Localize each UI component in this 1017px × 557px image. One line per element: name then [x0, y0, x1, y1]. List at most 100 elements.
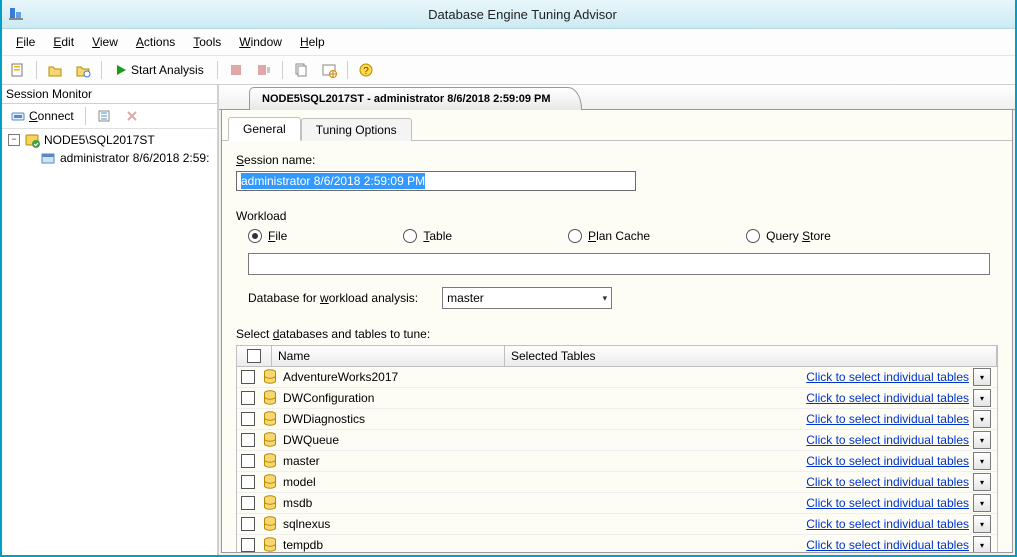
- table-row[interactable]: DWDiagnosticsClick to select individual …: [237, 409, 997, 430]
- select-tables-dropdown[interactable]: ▾: [973, 368, 991, 386]
- workload-radio-row: File Table Plan Cache: [236, 229, 998, 243]
- open-file-icon[interactable]: [71, 58, 95, 82]
- select-tables-dropdown[interactable]: ▾: [973, 389, 991, 407]
- row-checkbox[interactable]: [241, 433, 255, 447]
- row-checkbox[interactable]: [241, 538, 255, 552]
- workload-radio-table[interactable]: Table: [403, 229, 452, 243]
- document-tab-strip: NODE5\SQL2017ST - administrator 8/6/2018…: [219, 85, 1015, 110]
- help-icon[interactable]: ?: [354, 58, 378, 82]
- column-selected-tables[interactable]: Selected Tables: [505, 346, 997, 366]
- tree-expander-icon[interactable]: −: [8, 134, 20, 146]
- window-title: Database Engine Tuning Advisor: [30, 7, 1015, 22]
- connect-button[interactable]: Connect: [6, 105, 79, 127]
- workload-db-value: master: [447, 291, 484, 305]
- menu-help[interactable]: Help: [292, 33, 333, 51]
- connect-icon: [11, 109, 25, 123]
- table-row[interactable]: AdventureWorks2017Click to select indivi…: [237, 367, 997, 388]
- menu-window[interactable]: Window: [231, 33, 290, 51]
- document-body: General Tuning Options Session name: adm…: [221, 110, 1013, 553]
- select-tables-link[interactable]: Click to select individual tables: [806, 412, 969, 426]
- select-tables-dropdown[interactable]: ▾: [973, 536, 991, 552]
- menu-tools[interactable]: Tools: [185, 33, 229, 51]
- database-name: DWQueue: [283, 433, 339, 447]
- table-row[interactable]: model Click to select individual tables ▾: [237, 472, 997, 493]
- select-tables-link[interactable]: Click to select individual tables: [806, 496, 969, 510]
- session-name-input[interactable]: administrator 8/6/2018 2:59:09 PM: [236, 171, 636, 191]
- menu-actions[interactable]: Actions: [128, 33, 183, 51]
- document-tab[interactable]: NODE5\SQL2017ST - administrator 8/6/2018…: [249, 87, 582, 110]
- row-checkbox[interactable]: [241, 475, 255, 489]
- table-row[interactable]: tempdbClick to select individual tables▾: [237, 535, 997, 552]
- select-tables-link[interactable]: Click to select individual tables: [806, 433, 969, 447]
- select-tables-dropdown[interactable]: ▾: [973, 494, 991, 512]
- select-tables-link[interactable]: Click to select individual tables: [806, 391, 969, 405]
- select-tables-dropdown[interactable]: ▾: [973, 410, 991, 428]
- workload-radio-query-store[interactable]: Query Store: [746, 229, 831, 243]
- start-analysis-button[interactable]: Start Analysis: [108, 58, 211, 82]
- chevron-down-icon: ▾: [603, 293, 608, 304]
- row-checkbox[interactable]: [241, 370, 255, 384]
- select-tables-dropdown[interactable]: ▾: [973, 452, 991, 470]
- row-checkbox[interactable]: [241, 412, 255, 426]
- workload-group: Workload File Table: [236, 209, 998, 309]
- select-tables-dropdown[interactable]: ▾: [973, 431, 991, 449]
- table-row[interactable]: DWConfigurationClick to select individua…: [237, 388, 997, 409]
- workload-path-input[interactable]: [248, 253, 990, 275]
- row-checkbox[interactable]: [241, 454, 255, 468]
- radio-icon: [746, 229, 760, 243]
- select-tables-link[interactable]: Click to select individual tables: [806, 475, 969, 489]
- table-row[interactable]: DWQueue Click to select individual tables…: [237, 430, 997, 451]
- select-tables-link[interactable]: Click to select individual tables: [806, 370, 969, 384]
- toolbar: Start Analysis ?: [2, 55, 1015, 85]
- select-tables-link[interactable]: Click to select individual tables: [806, 517, 969, 531]
- separator: [347, 61, 348, 79]
- tab-tuning-options[interactable]: Tuning Options: [301, 118, 412, 141]
- open-icon[interactable]: [43, 58, 67, 82]
- tree-session-node[interactable]: administrator 8/6/2018 2:59:: [4, 149, 215, 167]
- separator: [36, 61, 37, 79]
- select-tables-dropdown[interactable]: ▾: [973, 515, 991, 533]
- workload-db-row: Database for workload analysis: master ▾: [248, 287, 998, 309]
- database-name: model: [283, 475, 316, 489]
- row-checkbox[interactable]: [241, 517, 255, 531]
- svg-text:?: ?: [363, 66, 369, 77]
- session-icon: [40, 150, 56, 166]
- separator: [282, 61, 283, 79]
- session-tree[interactable]: − NODE5\SQL2017ST administrator 8/6/2018…: [2, 129, 217, 555]
- select-tables-link[interactable]: Click to select individual tables: [806, 538, 969, 552]
- workload-radio-plan-cache[interactable]: Plan Cache: [568, 229, 650, 243]
- tab-tuning-options-label: Tuning Options: [316, 123, 397, 137]
- separator: [217, 61, 218, 79]
- select-tables-link[interactable]: Click to select individual tables: [806, 454, 969, 468]
- database-icon: [263, 474, 277, 490]
- table-row[interactable]: sqlnexus Click to select individual table…: [237, 514, 997, 535]
- document-tab-label: NODE5\SQL2017ST - administrator 8/6/2018…: [262, 93, 551, 105]
- play-icon: [115, 64, 127, 76]
- new-session-icon[interactable]: [6, 58, 30, 82]
- column-name[interactable]: Name: [272, 346, 505, 366]
- row-checkbox[interactable]: [241, 496, 255, 510]
- workload-radio-file[interactable]: File: [248, 229, 287, 243]
- table-row[interactable]: masterClick to select individual tables▾: [237, 451, 997, 472]
- start-analysis-label: Start Analysis: [131, 63, 204, 77]
- tree-server-node[interactable]: − NODE5\SQL2017ST: [4, 131, 215, 149]
- databases-table-header: Name Selected Tables: [236, 345, 998, 367]
- session-monitor-pane: Session Monitor Connect −: [2, 85, 219, 555]
- header-checkbox[interactable]: [237, 346, 272, 366]
- databases-table: AdventureWorks2017Click to select indivi…: [236, 367, 998, 552]
- menubar: File Edit View Actions Tools Window Help: [2, 29, 1015, 55]
- table-row[interactable]: msdbClick to select individual tables▾: [237, 493, 997, 514]
- copy-icon[interactable]: [289, 58, 313, 82]
- workload-db-combo[interactable]: master ▾: [442, 287, 612, 309]
- database-icon: [263, 537, 277, 552]
- refresh-session-icon[interactable]: [92, 104, 116, 128]
- menu-file[interactable]: File: [8, 33, 43, 51]
- database-name: sqlnexus: [283, 517, 330, 531]
- menu-edit[interactable]: Edit: [45, 33, 82, 51]
- row-checkbox[interactable]: [241, 391, 255, 405]
- session-monitor-title: Session Monitor: [2, 85, 217, 104]
- select-tables-dropdown[interactable]: ▾: [973, 473, 991, 491]
- menu-view[interactable]: View: [84, 33, 126, 51]
- options-icon[interactable]: [317, 58, 341, 82]
- tab-general[interactable]: General: [228, 117, 301, 141]
